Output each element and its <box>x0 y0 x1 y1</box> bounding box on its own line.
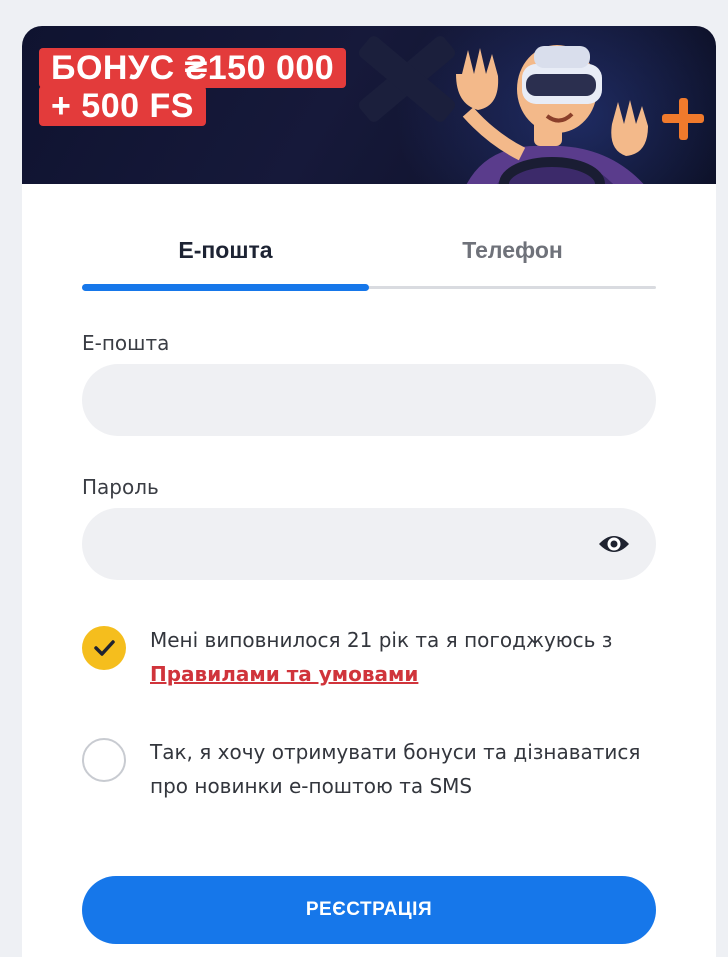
eye-icon[interactable] <box>598 532 630 556</box>
promo-line-2: + 500 FS <box>39 86 206 126</box>
signup-method-tabs: Е-пошта Телефон <box>82 226 656 296</box>
terms-link[interactable]: Правилами та умовами <box>150 662 418 686</box>
tab-phone[interactable]: Телефон <box>369 226 656 274</box>
age-terms-text: Мені виповнилося 21 рік та я погоджуюсь … <box>150 623 670 691</box>
promo-line-1: БОНУС ₴150 000 <box>39 48 347 88</box>
promo-banner[interactable]: БОНУС ₴150 000 + 500 FS <box>22 26 716 184</box>
email-field[interactable] <box>82 364 656 436</box>
password-field[interactable] <box>82 508 656 580</box>
tab-email[interactable]: Е-пошта <box>82 226 369 274</box>
password-label: Пароль <box>82 475 159 499</box>
age-terms-checkbox[interactable] <box>82 626 126 670</box>
marketing-consent-checkbox[interactable] <box>82 738 126 782</box>
plus-decoration-icon <box>662 98 704 140</box>
register-button[interactable]: РЕЄСТРАЦІЯ <box>82 876 656 944</box>
marketing-consent-text: Так, я хочу отримувати бонуси та дізнава… <box>150 740 641 798</box>
registration-card: БОНУС ₴150 000 + 500 FS Е-пошта Телефон … <box>22 26 716 957</box>
age-terms-label: Мені виповнилося 21 рік та я погоджуюсь … <box>150 628 613 652</box>
vr-person-illustration <box>456 45 648 184</box>
email-label: Е-пошта <box>82 331 170 355</box>
promo-badge: БОНУС ₴150 000 + 500 FS <box>39 48 347 126</box>
tab-active-indicator <box>82 284 369 291</box>
checkmark-icon <box>94 640 115 656</box>
